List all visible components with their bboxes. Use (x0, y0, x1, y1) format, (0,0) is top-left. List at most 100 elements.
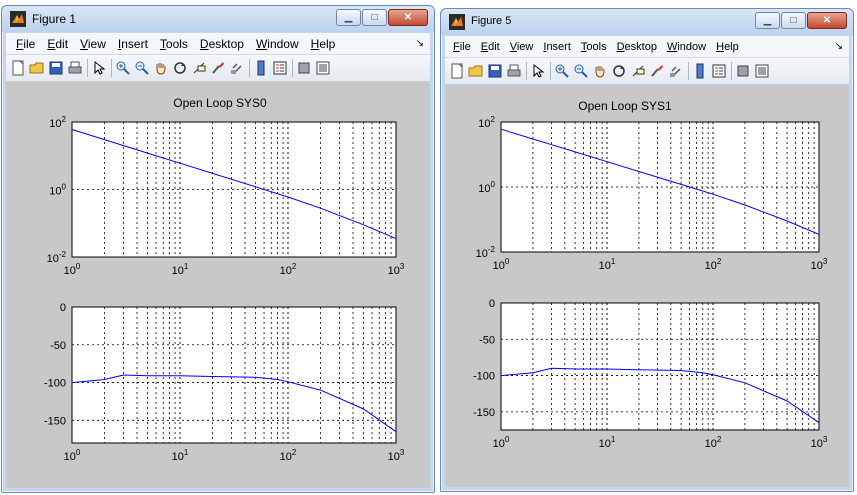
legend-icon[interactable] (711, 63, 727, 79)
figure-canvas[interactable]: Open Loop SYS1 10-2 100 102 100 101 102 103 0 -50… (445, 85, 849, 487)
y-tick-label: -100 (44, 378, 66, 390)
x-tick-label: 102 (705, 257, 722, 272)
y-tick-label: 100 (478, 180, 495, 195)
menu-file[interactable]: File (14, 37, 37, 51)
close-button[interactable]: ✕ (388, 9, 428, 26)
figure-window-5: Figure 5 ▁ □ ✕ File Edit View Insert Too… (440, 8, 854, 492)
minimize-button[interactable]: ▁ (755, 12, 780, 29)
pointer-arrow-icon[interactable] (91, 60, 107, 76)
brush-icon[interactable] (210, 60, 226, 76)
data-cursor-icon[interactable] (191, 60, 207, 76)
brush-icon[interactable] (649, 63, 665, 79)
figure-canvas[interactable]: Open Loop SYS0 10-2 100 102 100 101 102 103 0 -50… (6, 82, 430, 488)
y-tick-label: 10-2 (476, 245, 496, 260)
title-bar[interactable]: Figure 5 ▁ □ ✕ (441, 9, 853, 35)
rotate-3d-icon[interactable] (172, 60, 188, 76)
new-figure-icon[interactable] (10, 60, 26, 76)
menu-tools[interactable]: Tools (158, 37, 190, 51)
x-tick-label: 101 (599, 257, 616, 272)
menu-edit[interactable]: Edit (45, 37, 70, 51)
link-plot-icon[interactable] (229, 60, 245, 76)
colorbar-icon[interactable] (253, 60, 269, 76)
menu-desktop[interactable]: Desktop (198, 37, 246, 51)
menu-window[interactable]: Window (665, 41, 708, 53)
menu-dock-arrow-icon[interactable]: ↘ (416, 38, 424, 49)
toolbar-separator (688, 62, 689, 80)
menu-file[interactable]: File (451, 41, 473, 53)
x-tick-label: 100 (493, 435, 510, 450)
window-title: Figure 5 (471, 15, 512, 27)
zoom-out-icon[interactable] (573, 63, 589, 79)
menu-insert[interactable]: Insert (116, 37, 150, 51)
y-tick-label: 100 (49, 183, 66, 198)
y-tick-label: -100 (473, 371, 495, 383)
menu-dock-arrow-icon[interactable]: ↘ (835, 41, 843, 52)
save-icon[interactable] (48, 60, 64, 76)
hide-plot-tools-icon[interactable] (296, 60, 312, 76)
link-plot-icon[interactable] (668, 63, 684, 79)
maximize-button[interactable]: □ (781, 12, 806, 29)
new-figure-icon[interactable] (449, 63, 465, 79)
x-tick-label: 102 (280, 262, 297, 277)
y-tick-label: -150 (44, 415, 66, 427)
menu-tools[interactable]: Tools (579, 41, 609, 53)
x-tick-label: 103 (811, 257, 828, 272)
maximize-button[interactable]: □ (362, 9, 387, 26)
phase-subplot[interactable]: 0 -50 -100 -150 100 101 102 103 (473, 298, 828, 450)
print-icon[interactable] (67, 60, 83, 76)
menu-view[interactable]: View (508, 41, 536, 53)
x-tick-label: 101 (172, 448, 189, 463)
pan-hand-icon[interactable] (592, 63, 608, 79)
toolbar-separator (731, 62, 732, 80)
menu-window[interactable]: Window (254, 37, 301, 51)
rotate-3d-icon[interactable] (611, 63, 627, 79)
menu-edit[interactable]: Edit (479, 41, 502, 53)
colorbar-icon[interactable] (692, 63, 708, 79)
x-tick-label: 100 (64, 262, 81, 277)
zoom-in-icon[interactable] (554, 63, 570, 79)
y-tick-label: -50 (50, 340, 66, 352)
menu-insert[interactable]: Insert (541, 41, 573, 53)
y-tick-label: 102 (478, 115, 495, 130)
zoom-in-icon[interactable] (115, 60, 131, 76)
window-title: Figure 1 (32, 12, 77, 26)
menu-help[interactable]: Help (714, 41, 741, 53)
save-icon[interactable] (487, 63, 503, 79)
x-tick-label: 103 (811, 435, 828, 450)
x-tick-label: 102 (280, 448, 297, 463)
open-file-icon[interactable] (29, 60, 45, 76)
print-icon[interactable] (506, 63, 522, 79)
magnitude-subplot[interactable]: 10-2100102100 101 102 103 (47, 115, 405, 277)
toolbar-separator (249, 59, 250, 77)
menu-desktop[interactable]: Desktop (615, 41, 659, 53)
data-cursor-icon[interactable] (630, 63, 646, 79)
hide-plot-tools-icon[interactable] (735, 63, 751, 79)
phase-subplot[interactable]: 0 -50 -100 -150 100 101 102 103 (44, 302, 405, 463)
menu-view[interactable]: View (78, 37, 108, 51)
zoom-out-icon[interactable] (134, 60, 150, 76)
open-file-icon[interactable] (468, 63, 484, 79)
plot-title: Open Loop SYS0 (173, 96, 267, 110)
close-button[interactable]: ✕ (807, 12, 847, 29)
pointer-arrow-icon[interactable] (530, 63, 546, 79)
x-tick-label: 102 (705, 435, 722, 450)
figure-window-1: Figure 1 ▁ □ ✕ File Edit View Insert Too… (1, 5, 435, 493)
x-tick-label: 103 (388, 448, 405, 463)
toolbar-separator (292, 59, 293, 77)
matlab-logo-icon (449, 14, 465, 30)
pan-hand-icon[interactable] (153, 60, 169, 76)
minimize-button[interactable]: ▁ (336, 9, 361, 26)
y-tick-label: 0 (60, 302, 66, 314)
x-tick-label: 101 (172, 262, 189, 277)
axes-box (71, 306, 397, 444)
y-tick-label: -50 (479, 334, 495, 346)
figure-toolbar (445, 58, 849, 85)
plot-title: Open Loop SYS1 (578, 99, 672, 113)
menu-help[interactable]: Help (309, 37, 338, 51)
x-tick-label: 100 (64, 448, 81, 463)
show-plot-tools-icon[interactable] (754, 63, 770, 79)
title-bar[interactable]: Figure 1 ▁ □ ✕ (2, 6, 434, 32)
magnitude-subplot[interactable]: 10-2100102100 101 102 103 (476, 115, 828, 272)
show-plot-tools-icon[interactable] (315, 60, 331, 76)
legend-icon[interactable] (272, 60, 288, 76)
